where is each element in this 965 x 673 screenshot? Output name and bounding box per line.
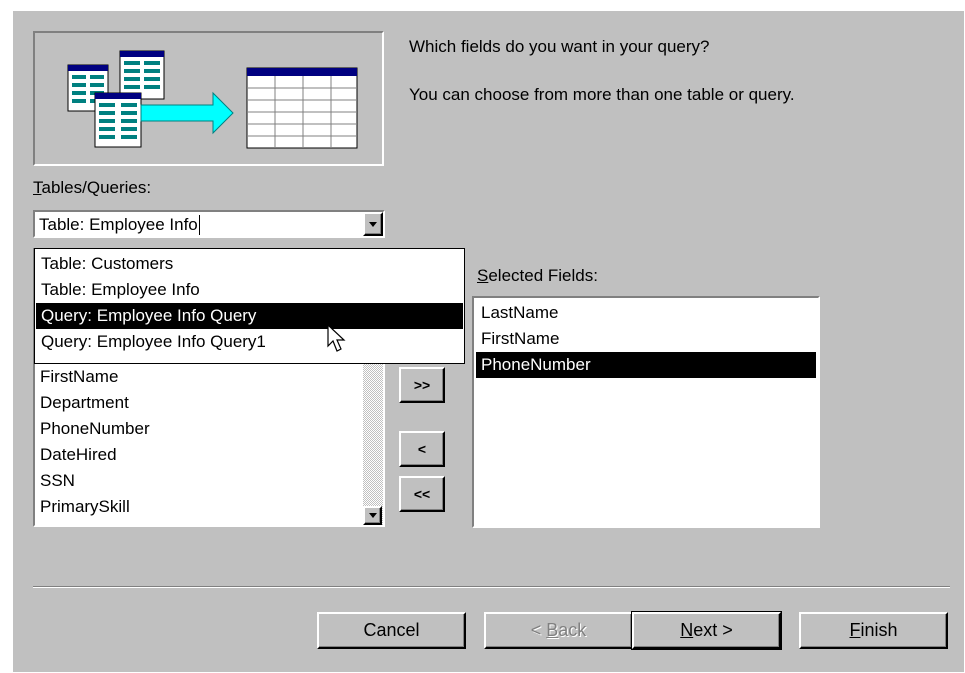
selected-fields-list[interactable]: LastName FirstName PhoneNumber bbox=[472, 296, 820, 528]
cancel-button[interactable]: Cancel bbox=[317, 612, 466, 649]
available-field-item[interactable]: DateHired bbox=[35, 442, 361, 468]
dropdown-option-employee-info-query[interactable]: Query: Employee Info Query bbox=[36, 303, 463, 329]
selected-field-item[interactable]: FirstName bbox=[476, 326, 816, 352]
next-button-label: Next > bbox=[680, 620, 733, 641]
tables-label-rest: ables/Queries: bbox=[41, 178, 152, 197]
available-field-item[interactable]: Department bbox=[35, 390, 361, 416]
back-button[interactable]: < Back bbox=[484, 612, 633, 649]
back-hotkey: B bbox=[546, 620, 559, 640]
back-rest: ack bbox=[558, 620, 587, 640]
back-button-label: < Back bbox=[531, 620, 587, 641]
tables-label-hotkey: T bbox=[33, 178, 42, 197]
add-all-fields-label: >> bbox=[413, 377, 431, 393]
hint-text: You can choose from more than one table … bbox=[409, 85, 795, 104]
tables-queries-dropdown[interactable]: Table: Customers Table: Employee Info Qu… bbox=[34, 248, 465, 364]
query-wizard-dialog: Which fields do you want in your query? … bbox=[13, 11, 964, 672]
available-field-item[interactable]: SSN bbox=[35, 468, 361, 494]
selected-label-rest: elected Fields: bbox=[488, 266, 598, 285]
question-text: Which fields do you want in your query? bbox=[409, 37, 710, 56]
available-field-item[interactable]: PrimarySkill bbox=[35, 494, 361, 520]
selected-field-item-selected[interactable]: PhoneNumber bbox=[476, 352, 816, 378]
finish-rest: inish bbox=[860, 620, 898, 640]
finish-hotkey: F bbox=[849, 620, 861, 640]
wizard-illustration bbox=[33, 31, 384, 166]
tables-queries-label: Tables/Queries: bbox=[33, 178, 151, 198]
finish-button-label: Finish bbox=[849, 620, 897, 641]
remove-field-button[interactable]: < bbox=[399, 431, 445, 467]
selected-fields-label: Selected Fields: bbox=[477, 266, 598, 286]
back-prefix: < bbox=[530, 620, 547, 640]
available-field-item[interactable]: FirstName bbox=[35, 364, 361, 390]
next-button[interactable]: Next > bbox=[631, 611, 782, 650]
next-hotkey: N bbox=[680, 620, 694, 640]
remove-all-fields-label: << bbox=[413, 486, 431, 502]
selected-field-item[interactable]: LastName bbox=[476, 300, 816, 326]
combo-dropdown-button[interactable] bbox=[363, 212, 383, 236]
tables-to-query-icon bbox=[67, 50, 358, 149]
add-all-fields-button[interactable]: >> bbox=[399, 367, 445, 403]
dropdown-option-employee-info[interactable]: Table: Employee Info bbox=[36, 277, 463, 303]
chevron-down-icon bbox=[369, 221, 377, 227]
tables-queries-combo-value[interactable]: Table: Employee Info bbox=[39, 215, 200, 235]
next-rest: ext > bbox=[693, 620, 733, 640]
mouse-pointer-icon bbox=[327, 324, 346, 352]
remove-field-label: < bbox=[417, 441, 427, 457]
available-field-item[interactable]: PhoneNumber bbox=[35, 416, 361, 442]
available-fields-items: FirstName Department PhoneNumber DateHir… bbox=[35, 364, 361, 520]
tables-queries-combo[interactable]: Table: Employee Info bbox=[33, 210, 385, 238]
dropdown-option-employee-info-query1[interactable]: Query: Employee Info Query1 bbox=[36, 329, 463, 355]
remove-all-fields-button[interactable]: << bbox=[399, 476, 445, 512]
finish-button[interactable]: Finish bbox=[799, 612, 948, 649]
dropdown-option-customers[interactable]: Table: Customers bbox=[36, 251, 463, 277]
cancel-button-label: Cancel bbox=[363, 620, 420, 640]
scroll-down-icon bbox=[368, 513, 377, 518]
footer-divider bbox=[33, 586, 950, 588]
selected-label-hotkey: S bbox=[477, 266, 489, 285]
scroll-down-button[interactable] bbox=[363, 506, 382, 525]
